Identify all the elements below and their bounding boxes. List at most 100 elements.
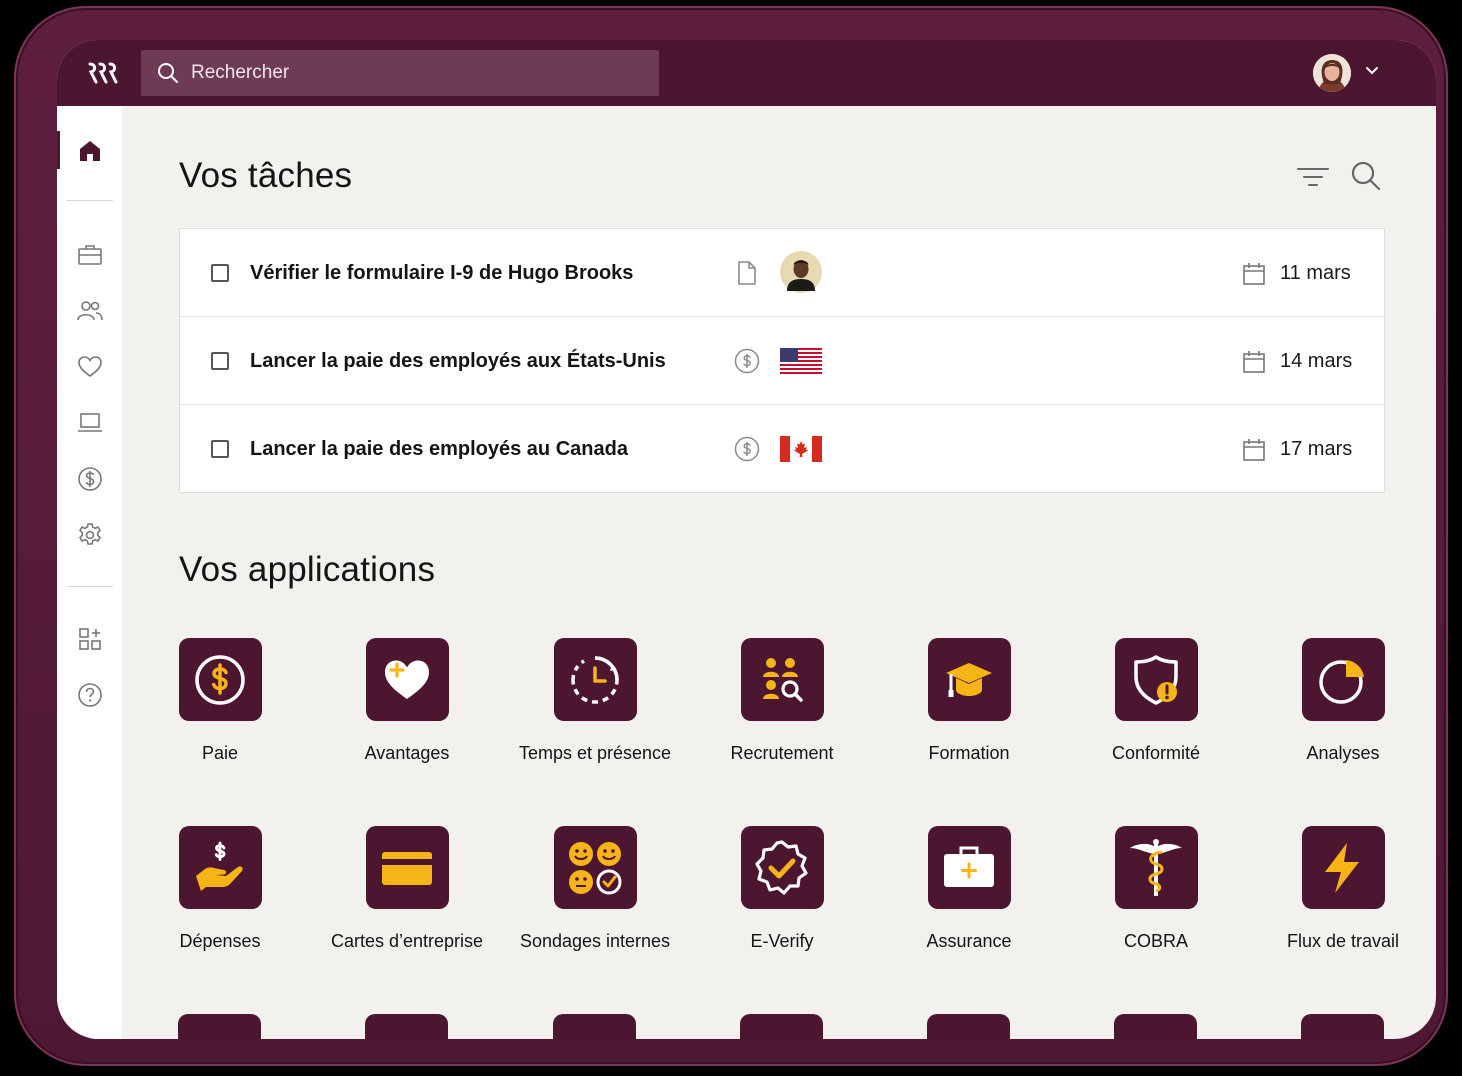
app-benefits[interactable]: Avantages bbox=[322, 638, 492, 764]
app-label: Conformité bbox=[1111, 743, 1201, 763]
sidebar-item-help[interactable] bbox=[75, 680, 105, 710]
filter-icon[interactable] bbox=[1296, 166, 1330, 188]
task-due-date: 11 mars bbox=[1280, 262, 1351, 284]
task-checkbox[interactable] bbox=[211, 440, 229, 458]
calendar-icon bbox=[1243, 351, 1265, 373]
task-label: Vérifier le formulaire I-9 de Hugo Brook… bbox=[250, 262, 634, 284]
app-insurance[interactable]: Assurance bbox=[884, 826, 1054, 952]
benefits-heart-icon bbox=[385, 660, 429, 699]
app-label: Sondages internes bbox=[519, 931, 671, 951]
lightning-icon bbox=[1325, 842, 1359, 893]
us-flag bbox=[780, 348, 822, 374]
app-tile-partial[interactable] bbox=[553, 1014, 636, 1039]
sidebar-item-payroll[interactable] bbox=[75, 464, 105, 494]
graduation-cap-icon bbox=[946, 662, 992, 697]
dollar-icon bbox=[78, 467, 102, 491]
task-checkbox[interactable] bbox=[211, 264, 229, 282]
app-tile-partial[interactable] bbox=[927, 1014, 1010, 1039]
analytics-pie-icon bbox=[1319, 659, 1364, 704]
task-label: Lancer la paie des employés aux États-Un… bbox=[250, 350, 666, 372]
dollar-icon bbox=[734, 348, 760, 374]
search-tasks-icon[interactable] bbox=[1350, 160, 1382, 192]
apps-title: Vos applications bbox=[179, 550, 436, 589]
app-tile-partial[interactable] bbox=[365, 1014, 448, 1039]
app-surveys[interactable]: Sondages internes bbox=[510, 826, 680, 952]
tasks-title: Vos tâches bbox=[179, 156, 353, 195]
sidebar-item-briefcase[interactable] bbox=[75, 240, 105, 270]
sidebar-item-benefits[interactable] bbox=[75, 352, 105, 382]
app-compliance[interactable]: Conformité bbox=[1071, 638, 1241, 764]
gear-icon bbox=[78, 523, 102, 545]
app-label: Avantages bbox=[364, 743, 450, 763]
dollar-icon bbox=[734, 436, 760, 462]
surveys-icon bbox=[569, 841, 622, 894]
expenses-hand-icon bbox=[196, 841, 243, 891]
tablet-frame: Rechercher Vos tâches Vérifier le formul… bbox=[14, 6, 1448, 1066]
chevron-down-icon[interactable] bbox=[1365, 66, 1379, 76]
sidebar-item-settings[interactable] bbox=[75, 520, 105, 550]
rippling-logo-icon[interactable] bbox=[87, 60, 121, 86]
app-analytics[interactable]: Analyses bbox=[1258, 638, 1428, 764]
calendar-icon bbox=[1243, 439, 1265, 461]
app-recruiting[interactable]: Recrutement bbox=[697, 638, 867, 764]
top-bar: Rechercher bbox=[57, 40, 1436, 106]
people-icon bbox=[77, 301, 103, 321]
app-cobra[interactable]: COBRA bbox=[1071, 826, 1241, 952]
app-tile-partial[interactable] bbox=[1114, 1014, 1197, 1039]
app-label: COBRA bbox=[1123, 931, 1188, 951]
app-time[interactable]: Temps et présence bbox=[510, 638, 680, 764]
task-row[interactable]: Lancer la paie des employés aux États-Un… bbox=[180, 317, 1384, 405]
app-tile-partial[interactable] bbox=[178, 1014, 261, 1039]
caduceus-icon bbox=[1130, 838, 1182, 896]
tasks-list: Vérifier le formulaire I-9 de Hugo Brook… bbox=[179, 228, 1385, 493]
briefcase-icon bbox=[78, 245, 102, 265]
task-due-date: 17 mars bbox=[1280, 438, 1353, 460]
document-icon bbox=[738, 261, 756, 285]
payroll-icon bbox=[195, 654, 245, 705]
sidebar-item-devices[interactable] bbox=[75, 408, 105, 438]
task-row[interactable]: Vérifier le formulaire I-9 de Hugo Brook… bbox=[180, 229, 1384, 317]
app-label: Dépenses bbox=[179, 931, 261, 951]
recruiting-icon bbox=[763, 657, 803, 702]
task-due-date: 14 mars bbox=[1280, 350, 1353, 372]
app-tile-partial[interactable] bbox=[740, 1014, 823, 1039]
person-avatar bbox=[780, 251, 822, 293]
canada-flag bbox=[780, 436, 822, 462]
search-placeholder: Rechercher bbox=[191, 62, 290, 83]
app-label: Cartes d’entreprise bbox=[330, 931, 484, 951]
search-bar[interactable]: Rechercher bbox=[141, 50, 659, 96]
app-expenses[interactable]: Dépenses bbox=[135, 826, 305, 952]
user-avatar[interactable] bbox=[1313, 54, 1351, 92]
sidebar-item-app-store[interactable] bbox=[75, 624, 105, 654]
apps-add-icon bbox=[79, 628, 101, 650]
sidebar-item-people[interactable] bbox=[75, 296, 105, 326]
app-label: Assurance bbox=[926, 931, 1012, 951]
task-checkbox[interactable] bbox=[211, 352, 229, 370]
main-content: Vos tâches Vérifier le formulaire I-9 de… bbox=[122, 106, 1436, 1039]
app-label: Flux de travail bbox=[1286, 931, 1400, 951]
verified-badge-icon bbox=[755, 839, 808, 895]
sidebar-item-home[interactable] bbox=[75, 136, 105, 166]
task-label: Lancer la paie des employés au Canada bbox=[250, 438, 628, 460]
app-tile-partial[interactable] bbox=[1301, 1014, 1384, 1039]
app-label: Paie bbox=[201, 743, 239, 763]
app-payroll[interactable]: Paie bbox=[135, 638, 305, 764]
app-training[interactable]: Formation bbox=[884, 638, 1054, 764]
search-icon bbox=[158, 63, 178, 83]
compliance-shield-icon bbox=[1134, 654, 1178, 705]
app-label: E-Verify bbox=[750, 931, 814, 951]
app-label: Temps et présence bbox=[518, 743, 672, 763]
app-everify[interactable]: E-Verify bbox=[697, 826, 867, 952]
app-label: Analyses bbox=[1306, 743, 1380, 763]
sidebar bbox=[57, 106, 122, 1039]
sidebar-active-indicator bbox=[57, 131, 60, 169]
laptop-icon bbox=[78, 413, 102, 432]
credit-card-icon bbox=[382, 851, 432, 885]
heart-icon bbox=[78, 356, 102, 377]
app-corporate-cards[interactable]: Cartes d’entreprise bbox=[322, 826, 492, 952]
task-row[interactable]: Lancer la paie des employés au Canada 17… bbox=[180, 405, 1384, 492]
calendar-icon bbox=[1243, 263, 1265, 285]
home-icon bbox=[80, 141, 100, 161]
app-workflows[interactable]: Flux de travail bbox=[1258, 826, 1428, 952]
app-screen: Rechercher Vos tâches Vérifier le formul… bbox=[57, 40, 1436, 1039]
